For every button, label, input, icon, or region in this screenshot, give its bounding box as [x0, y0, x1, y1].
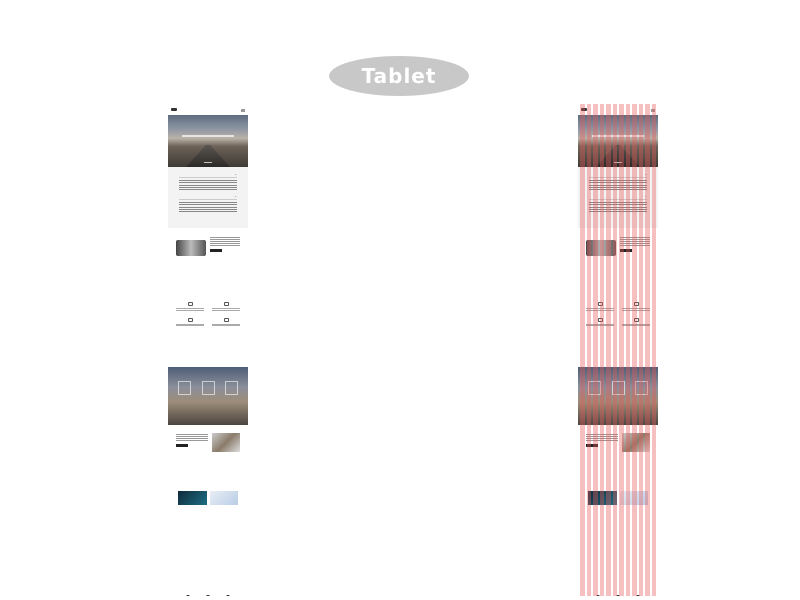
chart-icon — [187, 317, 193, 322]
site-logo[interactable] — [581, 108, 589, 111]
tool-card-2[interactable] — [209, 491, 238, 505]
intro-section — [168, 228, 248, 290]
chevron-down-icon: ⌄ — [234, 194, 237, 199]
tools-section — [168, 481, 248, 531]
tool-card-1[interactable] — [588, 491, 617, 505]
top-nav — [578, 104, 658, 115]
cloud-icon — [597, 302, 603, 306]
chat-icon — [223, 317, 229, 322]
join-button[interactable] — [176, 443, 188, 447]
news-panel: ⌄ ⌄ — [578, 167, 658, 228]
tablet-preview-grid-overlay: ⌄ ⌄ — [578, 104, 658, 596]
features-section — [578, 290, 658, 360]
tool-card-2[interactable] — [619, 491, 648, 505]
document-icon[interactable] — [635, 381, 648, 395]
chart-icon — [597, 317, 603, 322]
carousel-indicator[interactable] — [614, 162, 622, 163]
hamburger-menu-icon[interactable] — [241, 109, 245, 110]
learn-more-button[interactable] — [210, 248, 222, 252]
hero-road-image — [596, 145, 640, 167]
hero-road-image — [186, 145, 230, 167]
chat-icon — [633, 317, 639, 322]
chevron-down-icon: ⌄ — [644, 194, 647, 199]
document-icon[interactable] — [225, 381, 238, 395]
join-button[interactable] — [586, 443, 598, 447]
news-header[interactable]: ⌄ — [179, 172, 237, 178]
news-header[interactable]: ⌄ — [589, 172, 647, 178]
sponsors-section — [168, 531, 248, 587]
intro-image — [586, 240, 616, 256]
intro-section — [578, 228, 658, 290]
twitter-icon[interactable] — [636, 595, 640, 596]
download-icon[interactable] — [178, 381, 191, 395]
chat-icon[interactable] — [206, 595, 210, 596]
chat-icon[interactable] — [616, 595, 620, 596]
github-icon[interactable] — [186, 595, 190, 596]
hamburger-menu-icon[interactable] — [651, 109, 655, 110]
hero-banner — [168, 115, 248, 167]
download-icon[interactable] — [588, 381, 601, 395]
get-started-banner — [168, 367, 248, 425]
hero-subtitle — [182, 135, 234, 137]
intro-image — [176, 240, 206, 256]
server-icon[interactable] — [201, 381, 215, 395]
get-started-banner — [578, 367, 658, 425]
twitter-icon[interactable] — [226, 595, 230, 596]
product-releases-header[interactable]: ⌄ — [179, 194, 237, 201]
github-icon[interactable] — [596, 595, 600, 596]
tools-section — [578, 481, 658, 531]
community-section — [168, 425, 248, 481]
chevron-down-icon: ⌄ — [644, 172, 647, 176]
community-image — [622, 433, 650, 452]
news-panel: ⌄ ⌄ — [168, 167, 248, 228]
learn-more-button[interactable] — [620, 248, 632, 252]
product-releases-header[interactable]: ⌄ — [589, 194, 647, 201]
hero-subtitle — [592, 135, 644, 137]
community-image — [212, 433, 240, 452]
site-logo[interactable] — [171, 108, 179, 111]
social-section — [578, 587, 658, 596]
device-label-badge: Tablet — [329, 56, 469, 96]
image-icon — [223, 302, 229, 306]
tool-card-1[interactable] — [178, 491, 207, 505]
features-section — [168, 290, 248, 360]
hero-banner — [578, 115, 658, 167]
cloud-icon — [187, 302, 193, 306]
top-nav — [168, 104, 248, 115]
device-label: Tablet — [361, 64, 437, 88]
carousel-indicator[interactable] — [204, 162, 212, 163]
community-section — [578, 425, 658, 481]
chevron-down-icon: ⌄ — [234, 172, 237, 176]
image-icon — [633, 302, 639, 306]
server-icon[interactable] — [611, 381, 625, 395]
social-section — [168, 587, 248, 596]
sponsors-section — [578, 531, 658, 587]
tablet-preview: ⌄ ⌄ — [168, 104, 248, 596]
